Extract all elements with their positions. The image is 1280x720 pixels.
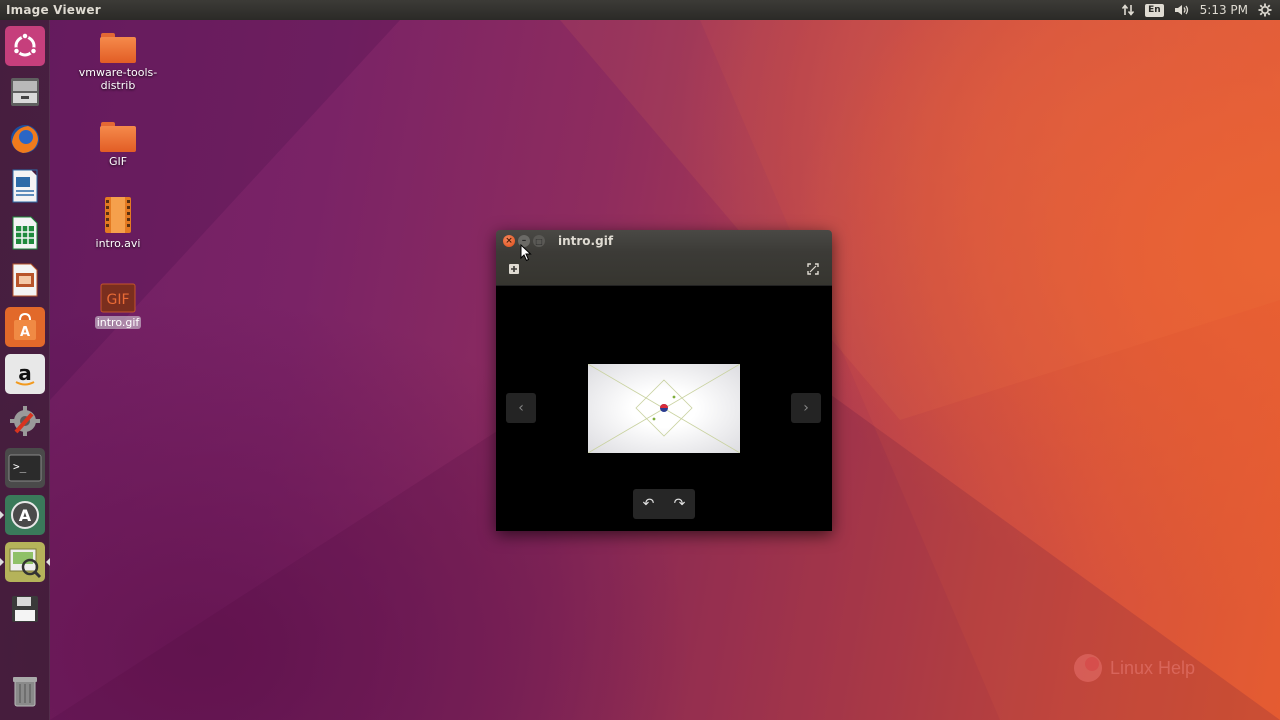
launcher-item-terminal[interactable]: >_: [5, 448, 45, 488]
launcher-item-amazon[interactable]: a: [5, 354, 45, 394]
desktop-icon-label: intro.avi: [95, 237, 141, 250]
rotate-left-button[interactable]: ↶: [643, 496, 655, 512]
launcher-item-impress[interactable]: [5, 260, 45, 300]
amazon-logo-icon: a: [15, 361, 35, 386]
maximize-icon: □: [535, 236, 543, 246]
indicator-area: En 5:13 PM: [1121, 0, 1272, 20]
launcher-item-files[interactable]: [5, 72, 45, 112]
desktop-icon-label: intro.gif: [94, 316, 142, 329]
folder-icon: [100, 33, 136, 63]
impress-presentation-icon: [12, 263, 38, 297]
window-title: intro.gif: [558, 234, 614, 248]
gif-frame-graphic: [588, 364, 740, 453]
language-indicator: En: [1145, 3, 1164, 17]
image-canvas[interactable]: ‹ › ↶ ↷: [496, 286, 832, 531]
network-icon[interactable]: [1121, 0, 1135, 20]
folder-icon: [100, 122, 136, 152]
svg-text:A: A: [19, 506, 32, 525]
gallery-icon: [509, 264, 519, 274]
trash-icon: [13, 677, 37, 707]
image-viewer-window: × – □ intro.gif ‹ › ↶ ↷: [496, 230, 832, 531]
launcher-item-writer[interactable]: [5, 166, 45, 206]
shopping-bag-icon: A: [14, 312, 36, 340]
desktop-icon-label: vmware-tools- distrib: [77, 66, 160, 92]
settings-gear-icon[interactable]: [1258, 0, 1272, 20]
settings-tools-icon: [10, 406, 40, 436]
launcher-item-trash[interactable]: [5, 671, 45, 711]
desktop-icon-gif-folder[interactable]: GIF: [73, 122, 163, 168]
launcher: A a >_ A: [0, 20, 50, 720]
viewer-toolbar: [496, 252, 832, 286]
image-viewer-icon: [9, 548, 42, 579]
next-image-button[interactable]: ›: [791, 393, 821, 423]
writer-document-icon: [12, 169, 38, 203]
rotate-left-icon: ↶: [642, 496, 655, 512]
watermark-text: Linux Help: [1110, 657, 1196, 678]
desktop-icon-vmware-tools[interactable]: vmware-tools- distrib: [73, 33, 163, 92]
clock-time: 5:13 PM: [1199, 3, 1248, 17]
rotate-right-button[interactable]: ↷: [674, 496, 686, 512]
launcher-item-updater[interactable]: A: [0, 495, 45, 535]
firefox-icon: [11, 125, 39, 153]
keyboard-language-icon[interactable]: En: [1145, 0, 1164, 20]
launcher-item-save-device[interactable]: [5, 589, 45, 629]
launcher-item-software-center[interactable]: A: [5, 307, 45, 347]
desktop-icon-label: GIF: [108, 155, 128, 168]
watermark: Linux Help: [1072, 652, 1195, 684]
svg-text:a: a: [18, 361, 32, 385]
active-app-title: Image Viewer: [6, 3, 101, 17]
label-line-2: distrib: [100, 79, 136, 92]
maximize-window-button[interactable]: □: [533, 235, 545, 247]
chevron-right-icon: ›: [803, 400, 809, 416]
volume-icon[interactable]: [1174, 0, 1190, 20]
svg-text:>_: >_: [13, 460, 27, 473]
watermark-logo-icon: [1074, 654, 1102, 682]
displayed-image: [588, 364, 740, 453]
chevron-left-icon: ‹: [518, 400, 524, 416]
launcher-item-firefox[interactable]: [5, 119, 45, 159]
window-titlebar[interactable]: × – □ intro.gif: [496, 230, 832, 252]
rotate-right-icon: ↷: [673, 496, 686, 512]
fullscreen-icon: [807, 263, 819, 275]
rotate-controls: ↶ ↷: [633, 489, 695, 519]
gif-file-icon: GIF: [100, 283, 136, 313]
floppy-disk-icon: [12, 596, 38, 622]
fullscreen-button[interactable]: [801, 258, 825, 280]
svg-text:GIF: GIF: [106, 292, 129, 308]
label-line-1: vmware-tools-: [78, 66, 158, 79]
clock[interactable]: 5:13 PM: [1200, 0, 1248, 20]
video-file-icon: [105, 197, 131, 233]
mouse-cursor-icon: [520, 244, 532, 262]
launcher-item-image-viewer[interactable]: [0, 542, 50, 582]
launcher-item-dash[interactable]: [5, 26, 45, 66]
top-panel: Image Viewer En 5:13 PM: [0, 0, 1280, 20]
ubuntu-logo-icon: [12, 32, 38, 57]
close-window-button[interactable]: ×: [503, 235, 515, 247]
launcher-item-calc[interactable]: [5, 213, 45, 253]
close-icon: ×: [505, 235, 513, 246]
svg-text:A: A: [20, 325, 30, 340]
file-cabinet-icon: [11, 78, 39, 106]
launcher-item-settings[interactable]: [5, 401, 45, 441]
previous-image-button[interactable]: ‹: [506, 393, 536, 423]
desktop-icon-intro-avi[interactable]: intro.avi: [73, 196, 163, 250]
calc-spreadsheet-icon: [12, 216, 38, 250]
terminal-icon: >_: [8, 454, 42, 482]
desktop-icon-intro-gif[interactable]: GIF intro.gif: [73, 283, 163, 329]
updater-icon: A: [11, 501, 39, 529]
